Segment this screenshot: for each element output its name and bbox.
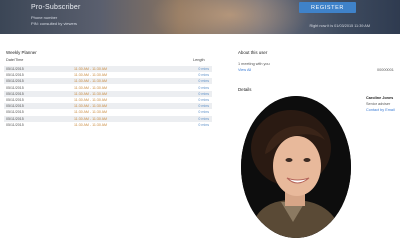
row-date: 05/11/2015 bbox=[6, 110, 24, 115]
row-date: 05/11/2015 bbox=[6, 116, 24, 121]
table-row[interactable]: 05/11/2015 11:30 AM - 11:30 AM 0 mins bbox=[4, 78, 212, 85]
schedule-title: Weekly Planner bbox=[6, 50, 37, 55]
row-date: 05/11/2015 bbox=[6, 67, 24, 71]
row-length: 0 mins bbox=[198, 98, 209, 102]
table-row[interactable]: 05/11/2015 11:30 AM - 11:30 AM 0 mins bbox=[4, 115, 212, 122]
hero-note: Right now it is 01/03/2015 11:39 AM bbox=[309, 24, 370, 28]
hero-title: Pro-Subscriber bbox=[31, 4, 81, 11]
row-time: 11:30 AM - 11:30 AM bbox=[74, 91, 108, 96]
row-date: 05/11/2015 bbox=[6, 85, 24, 90]
hero-glow bbox=[150, 0, 310, 34]
details-title: Details bbox=[238, 87, 252, 92]
profile-contact-link[interactable]: Contact by Email bbox=[366, 108, 395, 112]
about-count: 00000001 bbox=[377, 68, 394, 72]
row-date: 05/11/2015 bbox=[6, 79, 24, 84]
row-length: 0 mins bbox=[198, 104, 209, 109]
profile-name: Caroline Jones bbox=[366, 96, 394, 100]
row-date: 05/11/2015 bbox=[6, 91, 24, 96]
row-time: 11:30 AM - 11:30 AM bbox=[74, 116, 108, 121]
row-date: 05/11/2015 bbox=[6, 104, 24, 109]
row-date: 05/11/2015 bbox=[6, 98, 24, 102]
row-time: 11:30 AM - 11:30 AM bbox=[74, 85, 108, 90]
row-time: 11:30 AM - 11:30 AM bbox=[74, 79, 108, 84]
view-all-link[interactable]: View All bbox=[238, 68, 251, 72]
profile-line-1: Senior adviser bbox=[366, 102, 391, 106]
row-length: 0 mins bbox=[198, 91, 209, 96]
hero-line-2: PIN: consulted by viewers bbox=[31, 21, 78, 26]
row-time: 11:30 AM - 11:30 AM bbox=[74, 98, 108, 102]
row-length: 0 mins bbox=[198, 116, 209, 121]
profile-photo bbox=[241, 96, 351, 238]
hero-banner: Pro-Subscriber Phone number PIN: consult… bbox=[0, 0, 400, 34]
table-row[interactable]: 05/11/2015 11:30 AM - 11:30 AM 0 mins bbox=[4, 72, 212, 78]
row-length: 0 mins bbox=[198, 79, 209, 84]
table-row[interactable]: 05/11/2015 11:30 AM - 11:30 AM 0 mins bbox=[4, 97, 212, 103]
row-time: 11:30 AM - 11:30 AM bbox=[74, 122, 108, 127]
row-date: 05/11/2015 bbox=[6, 73, 24, 78]
row-length: 0 mins bbox=[198, 122, 209, 127]
table-row[interactable]: 05/11/2015 11:30 AM - 11:30 AM 0 mins bbox=[4, 103, 212, 110]
table-row[interactable]: 05/11/2015 11:30 AM - 11:30 AM 0 mins bbox=[4, 109, 212, 115]
hero-line-1: Phone number bbox=[31, 15, 58, 20]
about-line: 1 meeting with you bbox=[238, 62, 270, 66]
row-length: 0 mins bbox=[198, 110, 209, 115]
about-title: About this user bbox=[238, 50, 268, 55]
table-row[interactable]: 05/11/2015 11:30 AM - 11:30 AM 0 mins bbox=[4, 85, 212, 91]
row-date: 05/11/2015 bbox=[6, 122, 24, 127]
register-button[interactable]: REGISTER bbox=[299, 2, 356, 13]
row-length: 0 mins bbox=[198, 85, 209, 90]
col-length-header: Length bbox=[193, 58, 205, 62]
row-time: 11:30 AM - 11:30 AM bbox=[74, 104, 108, 109]
row-time: 11:30 AM - 11:30 AM bbox=[74, 73, 108, 78]
row-time: 11:30 AM - 11:30 AM bbox=[74, 67, 108, 71]
row-length: 0 mins bbox=[198, 73, 209, 78]
row-time: 11:30 AM - 11:30 AM bbox=[74, 110, 108, 115]
row-length: 0 mins bbox=[198, 67, 209, 71]
col-date-header: Date/Time bbox=[6, 58, 24, 62]
table-row[interactable]: 05/11/2015 11:30 AM - 11:30 AM 0 mins bbox=[4, 66, 212, 72]
table-row[interactable]: 05/11/2015 11:30 AM - 11:30 AM 0 mins bbox=[4, 122, 212, 128]
table-row[interactable]: 05/11/2015 11:30 AM - 11:30 AM 0 mins bbox=[4, 90, 212, 97]
